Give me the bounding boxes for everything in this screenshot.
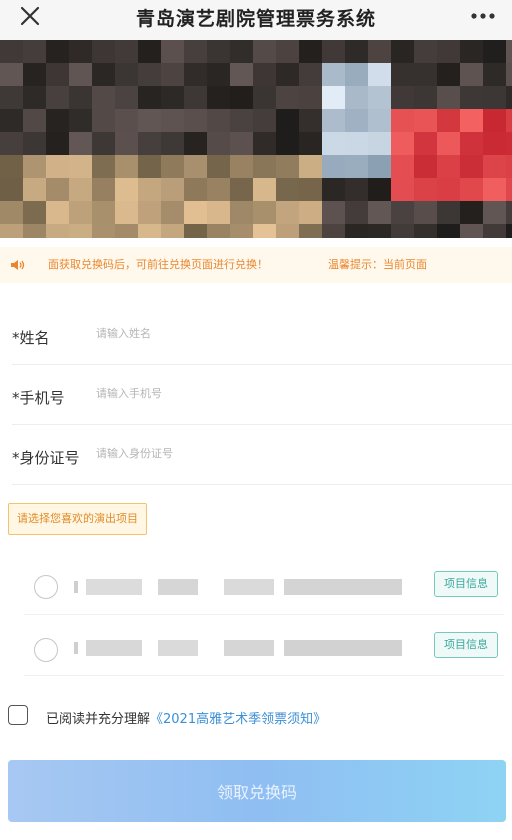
agreement-checkbox[interactable] [8,705,28,725]
info-form: *姓名 *手机号 *身份证号 [0,305,512,485]
speaker-icon [10,257,26,273]
blurred-show-title [74,640,402,656]
title-bar: 青岛演艺剧院管理票务系统 [0,0,512,40]
agreement-row: 已阅读并充分理解《2021高雅艺术季领票须知》 [8,705,488,729]
more-dots-icon[interactable] [466,6,500,32]
show-radio[interactable] [34,638,58,662]
show-radio[interactable] [34,575,58,599]
notice-tip: 温馨提示：当前页面 [328,258,427,271]
show-item[interactable]: 项目信息 [24,557,504,615]
id-number-input[interactable] [96,447,476,460]
name-input[interactable] [96,327,476,340]
id-number-label: *身份证号 [12,449,80,467]
banner-image [0,40,512,238]
blurred-show-title [74,579,402,595]
phone-label: *手机号 [12,389,65,407]
agreement-prefix: 已阅读并充分理解 [46,712,151,727]
page-title: 青岛演艺剧院管理票务系统 [135,8,376,30]
agreement-link[interactable]: 《2021高雅艺术季领票须知》 [150,712,326,727]
phone-row: *手机号 [12,365,512,425]
phone-input[interactable] [96,387,476,400]
id-number-row: *身份证号 [12,425,512,485]
show-section-label: 请选择您喜欢的演出项目 [8,503,147,535]
name-row: *姓名 [12,305,512,365]
agreement-text: 已阅读并充分理解《2021高雅艺术季领票须知》 [46,708,326,727]
get-redeem-code-button[interactable]: 领取兑换码 [8,760,506,822]
notice-text: 面获取兑换码后，可前往兑换页面进行兑换！ [48,258,268,271]
project-info-button[interactable]: 项目信息 [434,571,498,597]
show-item[interactable]: 项目信息 [24,618,504,676]
notice-marquee: 面获取兑换码后，可前往兑换页面进行兑换！ 温馨提示：当前页面 [48,256,427,272]
notice-bar: 面获取兑换码后，可前往兑换页面进行兑换！ 温馨提示：当前页面 [0,247,512,283]
name-label: *姓名 [12,329,50,347]
project-info-button[interactable]: 项目信息 [434,632,498,658]
